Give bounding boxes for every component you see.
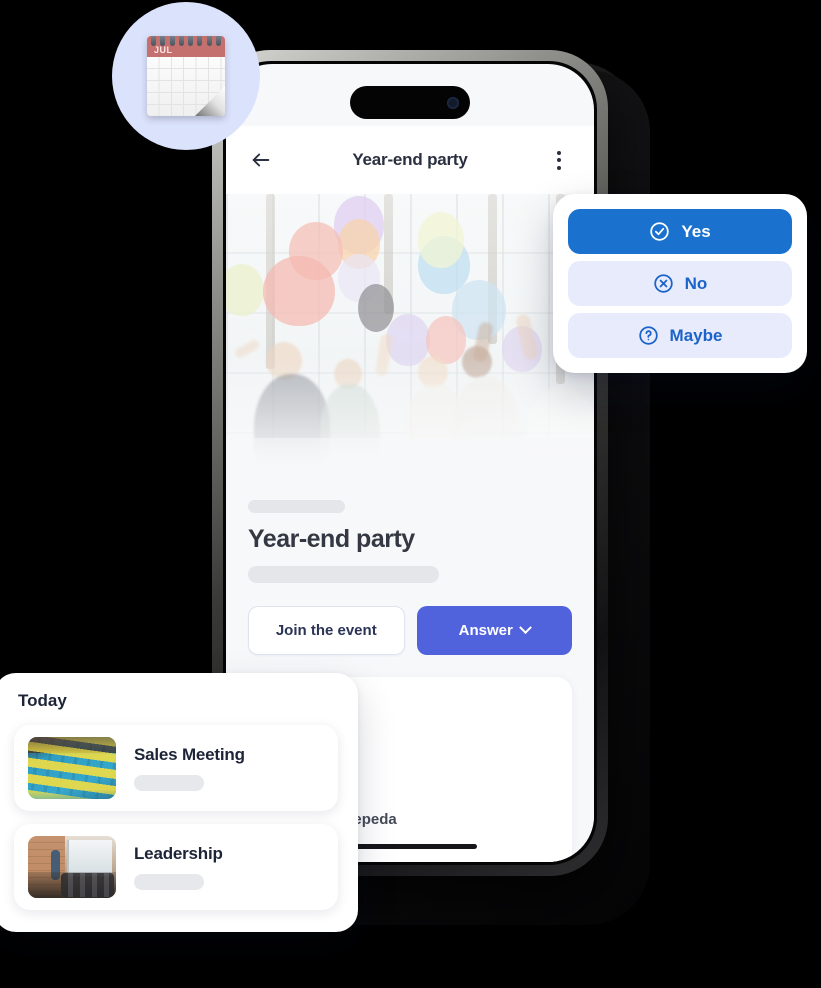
page-title: Year-end party: [352, 150, 468, 169]
event-action-row: Join the event Answer: [248, 606, 572, 655]
rsvp-dropdown: Yes No Maybe: [553, 194, 807, 373]
join-event-button[interactable]: Join the event: [248, 606, 405, 655]
list-item-title: Sales Meeting: [134, 745, 245, 764]
app-bar: Year-end party: [226, 126, 594, 194]
dynamic-island: [350, 86, 470, 119]
check-circle-icon: [650, 222, 670, 241]
list-item[interactable]: Leadership: [14, 824, 338, 910]
calendar-badge: JUL: [112, 2, 260, 150]
office-presentation-photo: [28, 836, 116, 898]
home-indicator[interactable]: [343, 844, 477, 849]
list-item-text: Sales Meeting: [134, 745, 324, 791]
list-item-title: Leadership: [134, 844, 223, 863]
rsvp-option-no[interactable]: No: [568, 261, 792, 306]
skeleton-time-placeholder: [134, 775, 204, 791]
more-vertical-icon[interactable]: [544, 145, 574, 175]
list-item[interactable]: Sales Meeting: [14, 725, 338, 811]
today-card-title: Today: [18, 691, 67, 710]
question-circle-icon: [638, 326, 658, 345]
party-photo: [226, 194, 594, 494]
rsvp-option-maybe-label: Maybe: [669, 325, 723, 345]
calendar-spiral-rings: [147, 36, 225, 47]
event-title: Year-end party: [248, 525, 415, 553]
list-item-text: Leadership: [134, 844, 324, 890]
rsvp-option-yes[interactable]: Yes: [568, 209, 792, 254]
back-arrow-icon[interactable]: [246, 145, 276, 175]
sticky-notes-photo: [28, 737, 116, 799]
rsvp-option-yes-label: Yes: [681, 221, 711, 241]
rsvp-option-maybe[interactable]: Maybe: [568, 313, 792, 358]
rsvp-option-no-label: No: [684, 273, 708, 293]
skeleton-date-placeholder: [248, 500, 345, 513]
answer-button[interactable]: Answer: [416, 606, 572, 655]
skeleton-subtitle-placeholder: [248, 566, 439, 583]
screenshot-stage: Year-end party Year-end party Join the e…: [0, 0, 821, 988]
today-events-card: Today Sales Meeting Leadership: [0, 673, 358, 932]
chevron-down-icon: [518, 621, 532, 635]
front-camera-icon: [447, 96, 459, 109]
x-circle-icon: [653, 274, 673, 293]
answer-button-label: Answer: [458, 622, 513, 639]
event-hero-image: [226, 194, 594, 494]
skeleton-time-placeholder: [134, 874, 204, 890]
calendar-icon: JUL: [147, 36, 225, 116]
